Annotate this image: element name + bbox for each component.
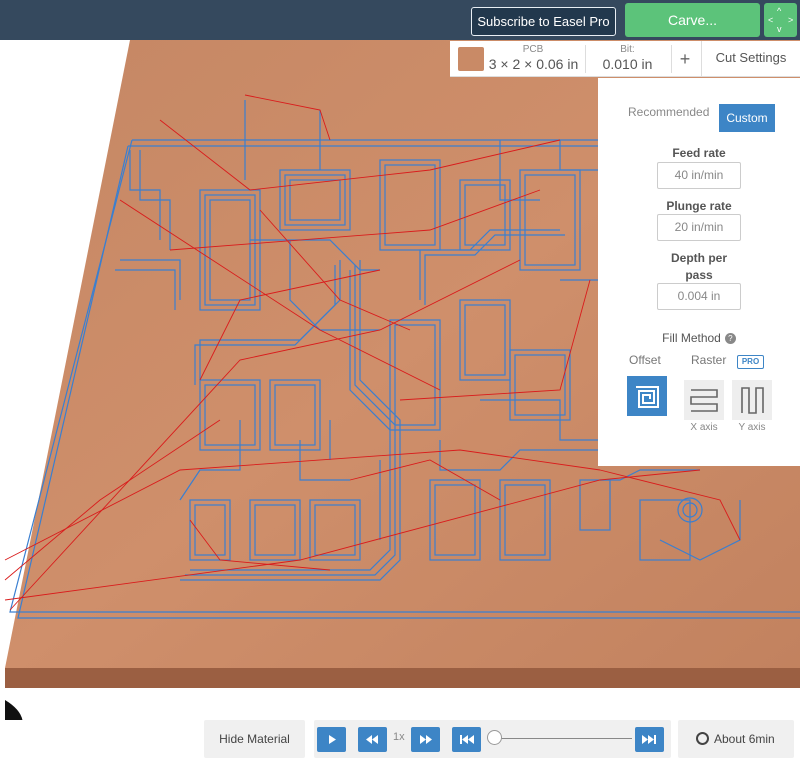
offset-label: Offset: [629, 353, 661, 367]
add-bit-button[interactable]: +: [674, 46, 696, 72]
material-swatch[interactable]: [458, 47, 484, 71]
x-axis-caption: X axis: [690, 422, 718, 433]
bit-label[interactable]: Bit:: [590, 44, 665, 55]
material-name[interactable]: PCB: [488, 44, 578, 55]
fill-offset-button[interactable]: [627, 376, 667, 416]
arrow-left-icon: <: [768, 15, 774, 25]
tab-recommended[interactable]: Recommended: [628, 105, 709, 119]
time-estimate[interactable]: About 6min: [678, 720, 794, 758]
jump-to-end-button[interactable]: [635, 727, 664, 752]
offset-spiral-icon: [636, 386, 659, 408]
jump-to-start-button[interactable]: [452, 727, 481, 752]
top-bar: Subscribe to Easel Pro Carve... ^ < > v: [0, 0, 800, 40]
material-bar: PCB 3 × 2 × 0.06 in Bit: 0.010 in + Cut …: [450, 41, 800, 77]
pro-badge: PRO: [737, 355, 764, 369]
arrow-up-icon: ^: [777, 6, 782, 16]
material-edge: [5, 668, 800, 688]
speed-label[interactable]: 1x: [393, 731, 405, 743]
carve-button[interactable]: Carve...: [625, 3, 760, 37]
depth-per-pass-input[interactable]: 0.004 in: [657, 283, 741, 310]
cut-settings-panel: Recommended Custom Feed rate 40 in/min P…: [598, 78, 800, 466]
help-icon[interactable]: ?: [724, 333, 736, 345]
fill-raster-y-button[interactable]: [732, 380, 772, 420]
plunge-rate-label: Plunge rate: [666, 199, 732, 213]
plunge-rate-input[interactable]: 20 in/min: [657, 214, 741, 241]
depth-per-pass-label-line2: pass: [685, 268, 713, 282]
playback-bar: Hide Material 1x About 6min: [0, 720, 800, 770]
raster-y-icon: [741, 387, 764, 414]
clock-icon: [696, 732, 709, 745]
tab-custom[interactable]: Custom: [719, 104, 775, 132]
fill-method-title: Fill Method?: [598, 331, 800, 345]
step-back-button[interactable]: [358, 727, 387, 752]
step-forward-button[interactable]: [411, 727, 440, 752]
expand-arrows-icon[interactable]: ^ < > v: [764, 3, 797, 37]
progress-track[interactable]: [492, 738, 632, 739]
fast-forward-icon: [420, 735, 432, 744]
material-dimensions[interactable]: 3 × 2 × 0.06 in: [486, 56, 581, 72]
arrow-right-icon: >: [788, 15, 794, 25]
fill-raster-x-button[interactable]: [684, 380, 724, 420]
fill-method-label: Fill Method: [662, 331, 721, 345]
feed-rate-label: Feed rate: [672, 146, 726, 160]
arrow-down-icon: v: [777, 24, 782, 34]
play-icon: [329, 735, 336, 744]
subscribe-pro-button[interactable]: Subscribe to Easel Pro: [471, 7, 616, 36]
cut-settings-button[interactable]: Cut Settings: [701, 41, 800, 77]
hide-material-button[interactable]: Hide Material: [204, 720, 305, 758]
skip-start-icon: [460, 735, 474, 744]
raster-x-icon: [690, 389, 718, 412]
progress-slider-knob[interactable]: [487, 730, 502, 745]
feed-rate-input[interactable]: 40 in/min: [657, 162, 741, 189]
play-button[interactable]: [317, 727, 346, 752]
divider: [585, 45, 586, 73]
rewind-icon: [366, 735, 378, 744]
raster-label: Raster: [691, 353, 727, 367]
y-axis-caption: Y axis: [738, 422, 766, 433]
playback-controls: 1x: [314, 720, 671, 758]
time-estimate-label: About 6min: [714, 732, 775, 746]
board-shadow: [5, 700, 23, 720]
divider: [671, 45, 672, 73]
bit-value[interactable]: 0.010 in: [590, 56, 665, 72]
depth-per-pass-label-line1: Depth per: [670, 251, 727, 265]
skip-end-icon: [642, 735, 656, 744]
